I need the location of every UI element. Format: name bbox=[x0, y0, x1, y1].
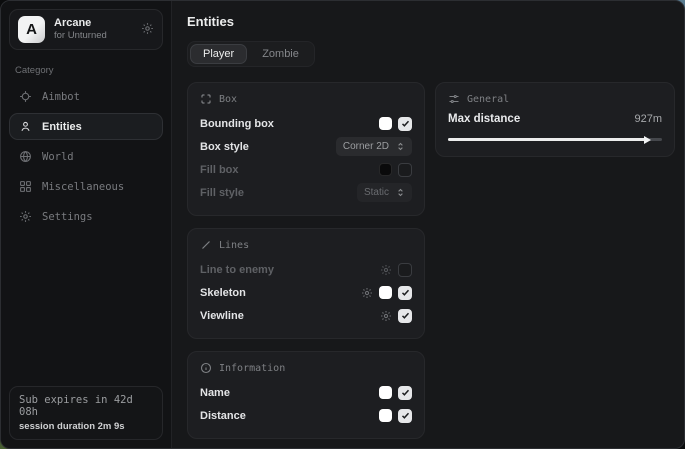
fill-style-dropdown[interactable]: Static bbox=[357, 183, 412, 202]
color-swatch[interactable] bbox=[379, 163, 392, 176]
entities-icon bbox=[18, 120, 33, 133]
setting-row: Box style Corner 2D bbox=[200, 136, 412, 157]
scan-box-icon bbox=[200, 93, 212, 105]
check-icon bbox=[401, 388, 410, 397]
color-swatch[interactable] bbox=[379, 386, 392, 399]
info-icon bbox=[200, 362, 212, 374]
checkbox[interactable] bbox=[398, 386, 412, 400]
app-logo: A bbox=[18, 16, 45, 43]
entity-tabs: Player Zombie bbox=[187, 41, 315, 67]
setting-label: Skeleton bbox=[200, 287, 361, 299]
setting-row: Skeleton bbox=[200, 282, 412, 303]
color-swatch[interactable] bbox=[379, 286, 392, 299]
box-card-header: Box bbox=[200, 93, 412, 105]
setting-row: Bounding box bbox=[200, 113, 412, 134]
max-distance-slider[interactable] bbox=[448, 135, 662, 144]
brand-text: Arcane for Unturned bbox=[54, 17, 107, 43]
sidebar-item-label: Aimbot bbox=[42, 91, 80, 103]
chevrons-up-down-icon bbox=[396, 188, 405, 197]
setting-label: Box style bbox=[200, 141, 336, 153]
sidebar-item-label: Miscellaneous bbox=[42, 181, 124, 193]
setting-label: Fill box bbox=[200, 164, 379, 176]
lines-card-header: Lines bbox=[200, 239, 412, 251]
game-background: A Arcane for Unturned Category Aimbot bbox=[0, 0, 685, 449]
gear-icon bbox=[18, 210, 33, 223]
main-content: Entities Player Zombie Box Bounding box bbox=[172, 1, 685, 448]
sidebar-item-label: Entities bbox=[42, 121, 82, 133]
setting-row: Name bbox=[200, 382, 412, 403]
row-settings-icon[interactable] bbox=[361, 287, 373, 299]
right-column: General Max distance 927m bbox=[435, 82, 675, 157]
checkbox[interactable] bbox=[398, 263, 412, 277]
checkbox[interactable] bbox=[398, 163, 412, 177]
max-distance-row: Max distance 927m bbox=[448, 113, 662, 125]
brand-subtitle: for Unturned bbox=[54, 30, 107, 42]
sliders-icon bbox=[448, 93, 460, 105]
brand-settings-icon[interactable] bbox=[141, 22, 154, 38]
checkbox[interactable] bbox=[398, 309, 412, 323]
max-distance-slider-fill bbox=[448, 138, 646, 141]
setting-row: Line to enemy bbox=[200, 259, 412, 280]
setting-label: Viewline bbox=[200, 310, 380, 322]
setting-row: Distance bbox=[200, 405, 412, 426]
chevrons-up-down-icon bbox=[396, 142, 405, 151]
setting-label: Distance bbox=[200, 410, 379, 422]
color-swatch[interactable] bbox=[379, 117, 392, 130]
setting-label: Name bbox=[200, 387, 379, 399]
row-settings-icon[interactable] bbox=[380, 264, 392, 276]
globe-icon bbox=[18, 150, 33, 163]
max-distance-value: 927m bbox=[634, 113, 662, 125]
sub-expiry-text: Sub expires in 42d 08h bbox=[19, 394, 153, 418]
color-swatch[interactable] bbox=[379, 409, 392, 422]
sidebar-nav: Aimbot Entities World bbox=[9, 83, 163, 230]
checkbox[interactable] bbox=[398, 117, 412, 131]
session-duration-text: session duration 2m 9s bbox=[19, 421, 153, 432]
crosshair-icon bbox=[18, 90, 33, 103]
sidebar-item-settings[interactable]: Settings bbox=[9, 203, 163, 230]
information-card: Information Name Dis bbox=[187, 351, 425, 439]
brand-name: Arcane bbox=[54, 17, 107, 31]
grid-icon bbox=[18, 180, 33, 193]
brand-card[interactable]: A Arcane for Unturned bbox=[9, 9, 163, 50]
setting-label: Line to enemy bbox=[200, 264, 380, 276]
tab-zombie[interactable]: Zombie bbox=[249, 44, 312, 64]
box-card: Box Bounding box Box bbox=[187, 82, 425, 216]
setting-label: Bounding box bbox=[200, 118, 379, 130]
checkbox[interactable] bbox=[398, 409, 412, 423]
check-icon bbox=[401, 288, 410, 297]
sidebar-item-world[interactable]: World bbox=[9, 143, 163, 170]
setting-label: Fill style bbox=[200, 187, 357, 199]
lines-card: Lines Line to enemy bbox=[187, 228, 425, 339]
information-card-header: Information bbox=[200, 362, 412, 374]
slider-thumb[interactable] bbox=[644, 136, 651, 144]
checkbox[interactable] bbox=[398, 286, 412, 300]
setting-row: Fill box bbox=[200, 159, 412, 180]
row-settings-icon[interactable] bbox=[380, 310, 392, 322]
sidebar-item-miscellaneous[interactable]: Miscellaneous bbox=[9, 173, 163, 200]
box-style-dropdown[interactable]: Corner 2D bbox=[336, 137, 412, 156]
tab-player[interactable]: Player bbox=[190, 44, 247, 64]
check-icon bbox=[401, 411, 410, 420]
left-column: Box Bounding box Box bbox=[187, 82, 425, 439]
sidebar-item-entities[interactable]: Entities bbox=[9, 113, 163, 140]
sidebar: A Arcane for Unturned Category Aimbot bbox=[1, 1, 172, 448]
cheat-menu-window: A Arcane for Unturned Category Aimbot bbox=[0, 0, 685, 449]
setting-row: Viewline bbox=[200, 305, 412, 326]
category-label: Category bbox=[15, 65, 157, 76]
sidebar-item-label: Settings bbox=[42, 211, 93, 223]
sidebar-item-aimbot[interactable]: Aimbot bbox=[9, 83, 163, 110]
max-distance-label: Max distance bbox=[448, 113, 634, 125]
sidebar-item-label: World bbox=[42, 151, 74, 163]
content-grid: Box Bounding box Box bbox=[187, 82, 675, 439]
subscription-info: Sub expires in 42d 08h session duration … bbox=[9, 386, 163, 440]
general-card: General Max distance 927m bbox=[435, 82, 675, 157]
line-icon bbox=[200, 239, 212, 251]
general-card-header: General bbox=[448, 93, 662, 105]
setting-row: Fill style Static bbox=[200, 182, 412, 203]
page-title: Entities bbox=[187, 14, 675, 29]
check-icon bbox=[401, 311, 410, 320]
check-icon bbox=[401, 119, 410, 128]
